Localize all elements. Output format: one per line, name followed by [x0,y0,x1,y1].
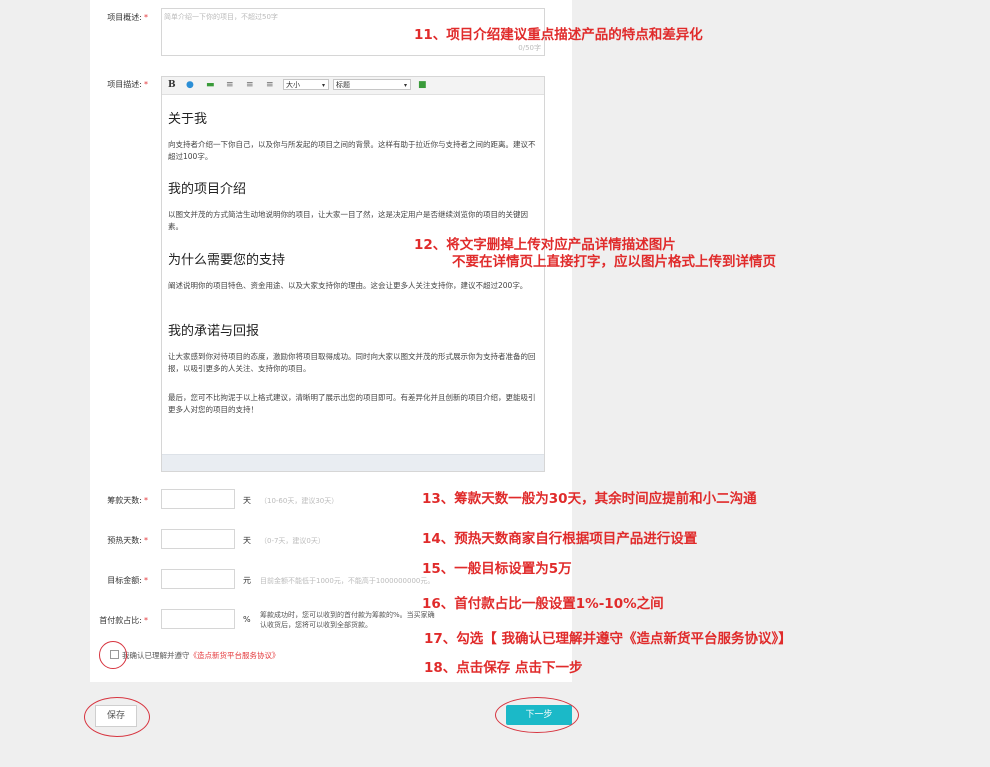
target-amount-hint: 目前金额不能低于1000元，不能高于1000000000元。 [260,577,435,585]
preheat-days-unit: 天 [243,536,251,545]
annotation-16: 16、首付款占比一般设置1%-10%之间 [422,596,664,612]
heading-project-intro: 我的项目介绍 [168,182,247,197]
preheat-days-hint: （0-7天，建议0天） [260,537,325,545]
description-editor[interactable]: B ● ▬ ≡ ≡ ≡ 大小 ▾ 标题 ▾ ■ 关于我 向支持者介绍一下你自己，以及… [161,76,545,472]
checkbox-highlight-circle [99,641,127,669]
annotation-17: 17、勾选【 我确认已理解并遵守《造点新货平台服务协议》】 [424,631,792,647]
align-center-icon[interactable]: ≡ [246,79,254,91]
chevron-down-icon: ▾ [403,82,407,89]
heading-promise: 我的承诺与回报 [168,324,260,339]
funding-days-hint: （10-60天，建议30天） [260,497,339,505]
target-amount-unit: 元 [243,576,251,585]
align-left-icon[interactable]: ≡ [226,79,234,91]
down-payment-unit: % [243,615,251,624]
heading-select[interactable]: 标题 ▾ [333,79,411,90]
down-payment-label: 首付款占比: * [99,616,148,625]
bold-button[interactable]: B [168,79,176,91]
annotation-11: 11、项目介绍建议重点描述产品的特点和差异化 [414,27,703,43]
funding-days-label: 筹款天数: * [107,496,148,505]
align-right-icon[interactable]: ≡ [266,79,274,91]
summary-placeholder: 简单介绍一下你的项目，不超过50字 [164,13,278,21]
editor-footer [162,454,544,471]
agreement-text: 我确认已理解并遵守《造点新货平台服务协议》 [122,651,280,660]
target-amount-input[interactable] [161,569,235,589]
funding-days-input[interactable] [161,489,235,509]
chevron-down-icon: ▾ [321,82,325,89]
annotation-13: 13、筹款天数一般为30天，其余时间应提前和小二沟通 [422,491,757,507]
link-icon[interactable]: ● [186,79,194,91]
paragraph-project-intro: 以图文并茂的方式简洁生动地说明你的项目，让大家一目了然，这是决定用户是否继续浏览… [168,210,528,231]
description-label: 项目描述: * [107,80,148,89]
summary-label: 项目概述: * [107,13,148,22]
save-icon[interactable]: ■ [418,79,427,91]
editor-toolbar: B ● ▬ ≡ ≡ ≡ 大小 ▾ 标题 ▾ ■ [162,77,544,95]
annotation-15: 15、一般目标设置为5万 [422,561,572,577]
target-amount-label: 目标金额: * [107,576,148,585]
annotation-12-line2: 不要在详情页上直接打字，应以图片格式上传到详情页 [452,254,776,270]
down-payment-hint: 筹款成功时，您可以收到的首付款为筹款的%。当买家确认收货后，您将可以收到全部货款… [260,611,435,629]
save-highlight-circle [84,697,150,737]
preheat-days-label: 预热天数: * [107,536,148,545]
font-size-select[interactable]: 大小 ▾ [283,79,329,90]
down-payment-input[interactable] [161,609,235,629]
paragraph-why-support: 阐述说明你的项目特色、资金用途、以及大家支持你的理由。这会让更多人关注支持你，建… [168,281,528,290]
preheat-days-input[interactable] [161,529,235,549]
heading-about-me: 关于我 [168,112,208,127]
annotation-14: 14、预热天数商家自行根据项目产品进行设置 [422,531,698,547]
heading-why-support: 为什么需要您的支持 [168,253,286,268]
agreement-link[interactable]: 《造点新货平台服务协议》 [190,651,280,660]
paragraph-about-me: 向支持者介绍一下你自己，以及你与所发起的项目之间的背景。这样有助于拉近你与支持者… [168,140,536,161]
paragraph-closing: 最后，您可不比拘泥于以上格式建议，清晰明了展示出您的项目即可。有差异化并且创新的… [168,393,536,414]
summary-counter: 0/50字 [518,44,541,52]
funding-days-unit: 天 [243,496,251,505]
annotation-18: 18、点击保存 点击下一步 [424,660,583,676]
next-highlight-circle [495,697,579,733]
paragraph-promise: 让大家感到你对待项目的态度，激励你将项目取得成功。同时向大家以图文并茂的形式展示… [168,352,536,373]
image-icon[interactable]: ▬ [206,79,215,91]
